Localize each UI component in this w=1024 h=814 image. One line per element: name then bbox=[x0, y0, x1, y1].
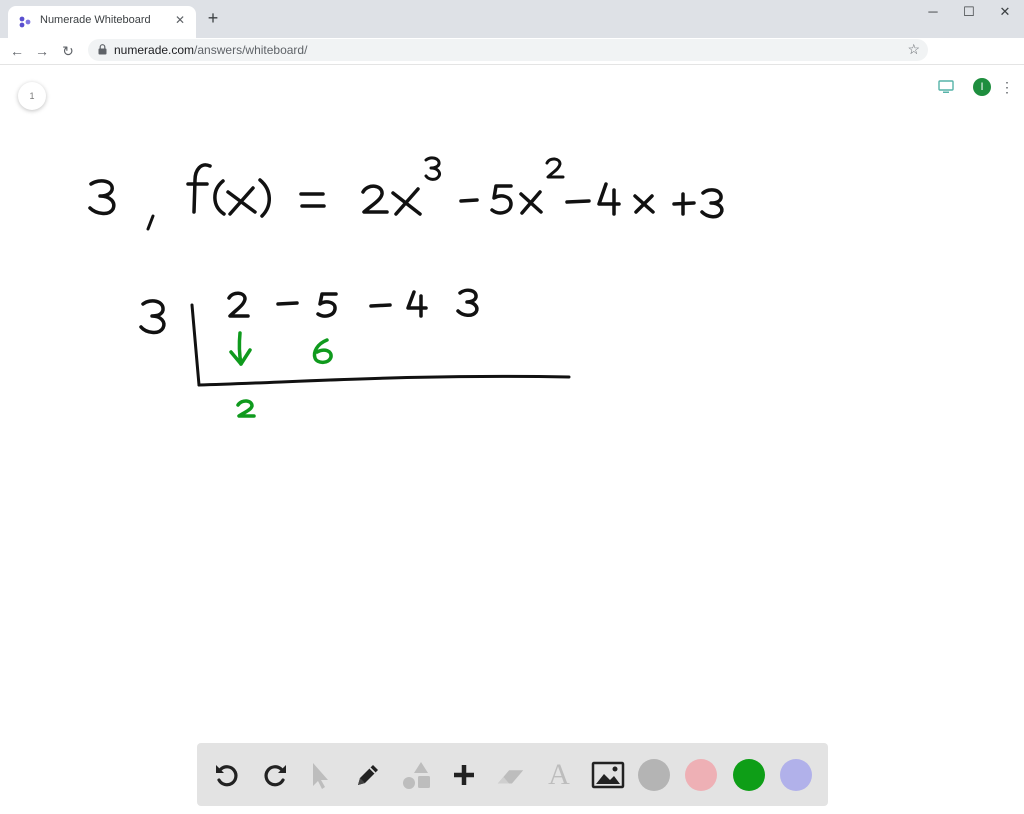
back-button[interactable]: ← bbox=[7, 41, 27, 61]
tab-numerade-whiteboard[interactable]: Numerade Whiteboard ✕ bbox=[8, 6, 196, 38]
plus-icon bbox=[454, 765, 474, 785]
close-window-button[interactable]: ✕ bbox=[986, 0, 1024, 26]
shapes-icon bbox=[403, 762, 430, 789]
color-swatch-lavender[interactable] bbox=[780, 759, 812, 791]
browser-toolbar: ← → ↻ numerade.com/answers/whiteboard/ ☆… bbox=[0, 38, 1024, 96]
url-path: /answers/whiteboard/ bbox=[194, 43, 308, 57]
handwritten-synthetic-divisor bbox=[139, 299, 166, 335]
undo-button[interactable] bbox=[211, 759, 243, 791]
tab-close-icon[interactable]: ✕ bbox=[172, 13, 188, 27]
forward-button[interactable]: → bbox=[32, 41, 52, 61]
pen-tool-button[interactable] bbox=[352, 759, 384, 791]
redo-icon bbox=[264, 765, 286, 787]
url-text: numerade.com/answers/whiteboard/ bbox=[114, 43, 307, 57]
tab-title: Numerade Whiteboard bbox=[40, 14, 151, 26]
lock-icon bbox=[98, 44, 107, 55]
redo-button[interactable] bbox=[259, 759, 291, 791]
new-tab-button[interactable]: + bbox=[204, 8, 222, 28]
whiteboard-toolbar: A bbox=[197, 743, 828, 806]
address-bar[interactable]: numerade.com/answers/whiteboard/ ☆ bbox=[88, 39, 928, 61]
numerade-logo-icon bbox=[19, 16, 31, 28]
color-swatch-green[interactable] bbox=[733, 759, 765, 791]
handwritten-coefficients bbox=[227, 288, 479, 318]
minimize-button[interactable]: ─ bbox=[914, 0, 952, 26]
select-tool-button[interactable] bbox=[304, 759, 336, 791]
tab-strip: Numerade Whiteboard ✕ + ─ ☐ ✕ bbox=[0, 0, 1024, 38]
handwritten-polynomial bbox=[361, 156, 724, 219]
reload-button[interactable]: ↻ bbox=[58, 41, 78, 61]
handwritten-function-notation bbox=[186, 163, 271, 218]
eraser-icon bbox=[497, 770, 524, 784]
url-host: numerade.com bbox=[114, 43, 195, 57]
maximize-button[interactable]: ☐ bbox=[950, 0, 988, 26]
add-button[interactable] bbox=[448, 759, 480, 791]
whiteboard-canvas[interactable] bbox=[0, 65, 1024, 814]
handwritten-equals-sign bbox=[299, 192, 326, 208]
handwritten-problem-number bbox=[88, 179, 155, 231]
text-icon: A bbox=[548, 758, 570, 791]
pointer-icon bbox=[313, 763, 328, 789]
green-working-ink bbox=[229, 331, 333, 418]
color-swatch-gray[interactable] bbox=[638, 759, 670, 791]
color-swatch-pink[interactable] bbox=[685, 759, 717, 791]
shapes-tool-button[interactable] bbox=[400, 759, 432, 791]
image-tool-button[interactable] bbox=[590, 759, 626, 791]
bookmark-star-icon[interactable]: ☆ bbox=[907, 41, 920, 58]
text-tool-button[interactable]: A bbox=[543, 759, 575, 791]
eraser-tool-button[interactable] bbox=[495, 759, 527, 791]
undo-icon bbox=[216, 765, 238, 787]
pencil-icon bbox=[358, 765, 378, 785]
image-icon bbox=[591, 761, 625, 789]
